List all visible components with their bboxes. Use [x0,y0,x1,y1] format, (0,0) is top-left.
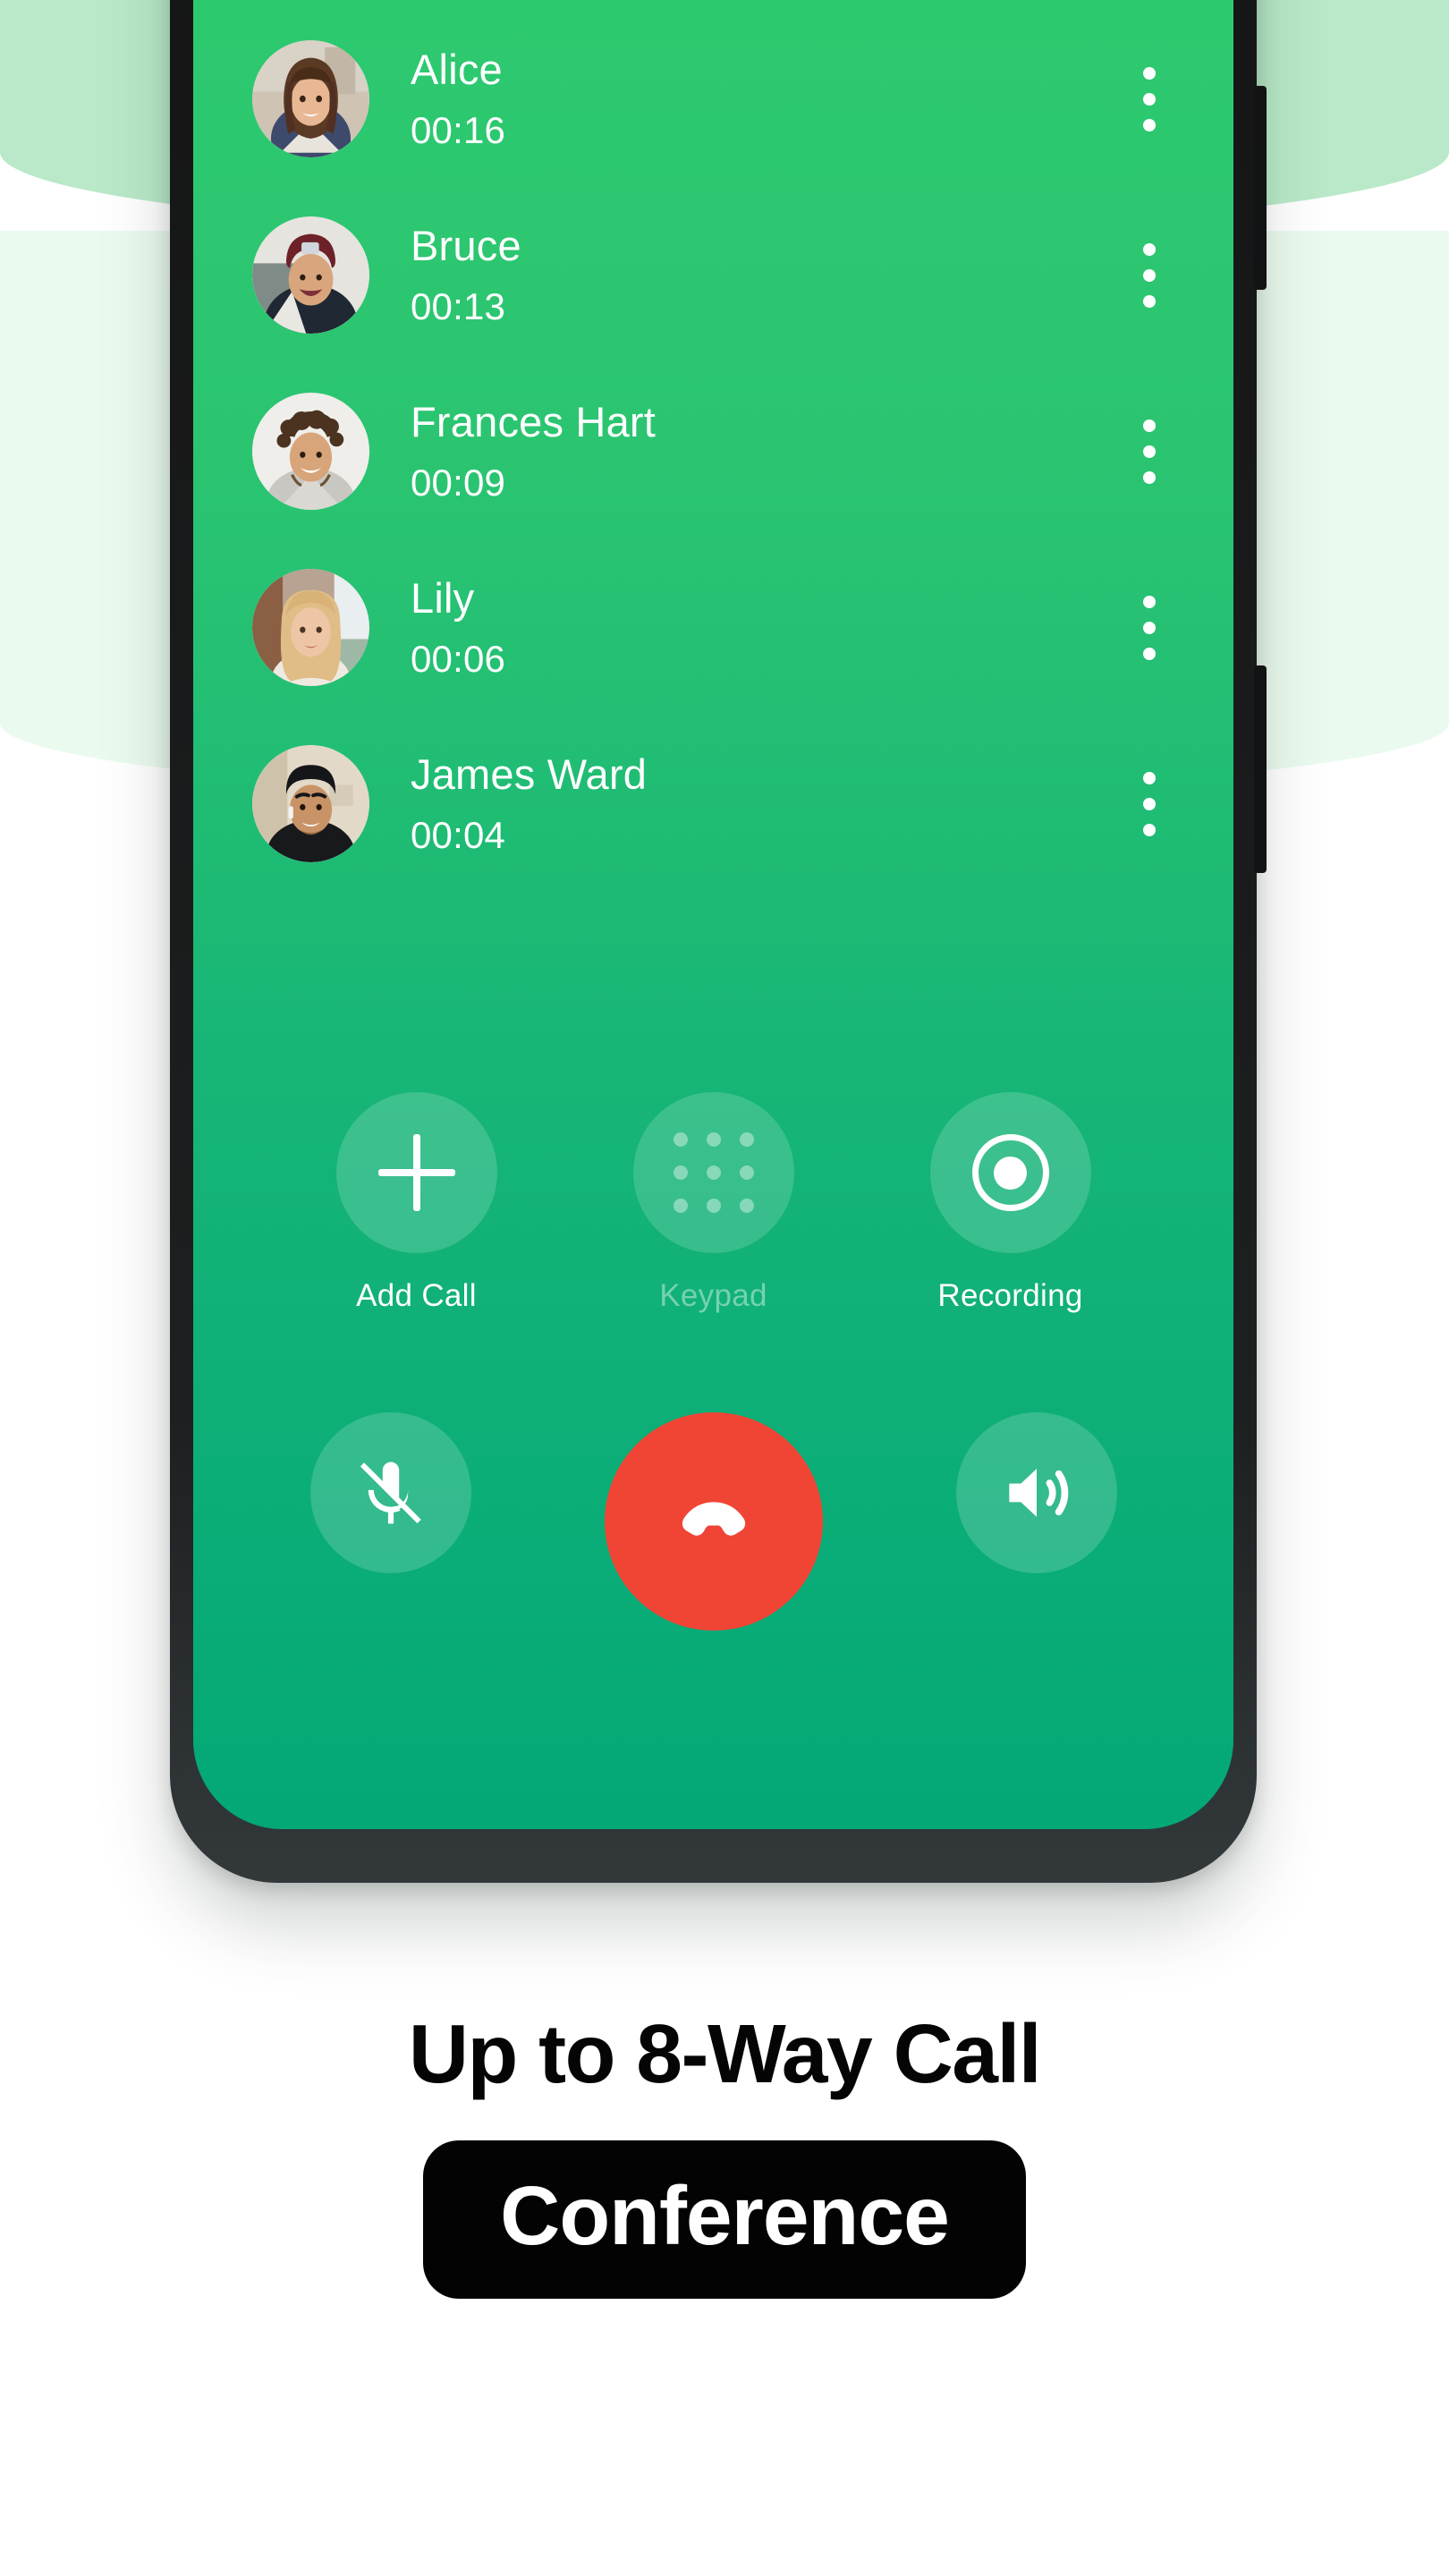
speaker-button[interactable] [953,1412,1120,1631]
avatar [252,40,369,157]
record-icon [971,1134,1049,1211]
kebab-menu-icon[interactable] [1128,580,1171,675]
kebab-menu-icon[interactable] [1128,404,1171,499]
participant-name: Bruce [411,222,521,270]
participant-row[interactable]: Frances Hart 00:09 [193,363,1233,539]
plus-icon [377,1134,455,1211]
participant-duration: 00:13 [411,284,506,327]
participant-duration: 00:06 [411,637,506,680]
recording-button[interactable]: Recording [928,1092,1094,1314]
call-controls: Add Call Keypad Recording [193,1092,1233,1829]
participant-row[interactable]: Bruce 00:13 [193,187,1233,363]
speaker-icon [1008,1469,1068,1517]
phone-volume-button[interactable] [1254,86,1267,290]
participant-row[interactable]: Alice 00:16 [193,11,1233,187]
participant-name: James Ward [411,750,648,799]
participant-row[interactable]: James Ward 00:04 [193,716,1233,892]
participant-info: Frances Hart 00:09 [411,398,1128,504]
participant-info: Lily 00:06 [411,574,1128,680]
headline: Up to 8-Way Call [408,2007,1042,2100]
add-call-button[interactable]: Add Call [334,1092,500,1314]
add-call-label: Add Call [356,1278,477,1313]
keypad-circle [632,1092,794,1253]
avatar [252,216,369,334]
secondary-controls-row: Add Call Keypad Recording [193,1092,1233,1314]
footer: Up to 8-Way Call Conference [0,2012,1449,2299]
end-call-circle [604,1412,823,1631]
participant-list: Alice 00:16 Bruce 00:13 Frances Hart 00:… [193,0,1233,892]
participant-duration: 00:16 [411,108,506,151]
recording-circle [929,1092,1091,1253]
primary-controls-row [193,1412,1233,1631]
keypad-button[interactable]: Keypad [631,1092,797,1314]
participant-duration: 00:09 [411,461,506,504]
participant-info: Alice 00:16 [411,47,1128,150]
phone-power-button[interactable] [1254,665,1267,873]
mute-circle [309,1412,471,1573]
kebab-menu-icon[interactable] [1128,52,1171,147]
kebab-menu-icon[interactable] [1128,757,1171,852]
speaker-circle [955,1412,1117,1573]
participant-duration: 00:04 [411,813,506,856]
end-call-button[interactable] [604,1412,823,1631]
phone-screen: Alice 00:16 Bruce 00:13 Frances Hart 00:… [193,0,1233,1829]
kebab-menu-icon[interactable] [1128,228,1171,323]
call-screen: Alice 00:16 Bruce 00:13 Frances Hart 00:… [193,0,1233,1829]
keypad-icon [673,1132,754,1213]
participant-info: James Ward 00:04 [411,750,1128,856]
mute-button[interactable] [308,1412,474,1631]
avatar [252,569,369,686]
participant-row[interactable]: Lily 00:06 [193,539,1233,716]
participant-name: Alice [411,46,503,94]
end-call-icon [682,1502,745,1536]
avatar [252,393,369,510]
recording-label: Recording [937,1278,1083,1313]
participant-info: Bruce 00:13 [411,222,1128,327]
add-call-circle [335,1092,497,1253]
participant-name: Frances Hart [411,398,657,446]
keypad-label: Keypad [659,1278,767,1313]
participant-name: Lily [411,574,475,623]
conference-pill: Conference [423,2140,1026,2299]
phone-mockup: Alice 00:16 Bruce 00:13 Frances Hart 00:… [170,0,1267,1883]
avatar [252,745,369,862]
microphone-off-icon [360,1462,421,1524]
